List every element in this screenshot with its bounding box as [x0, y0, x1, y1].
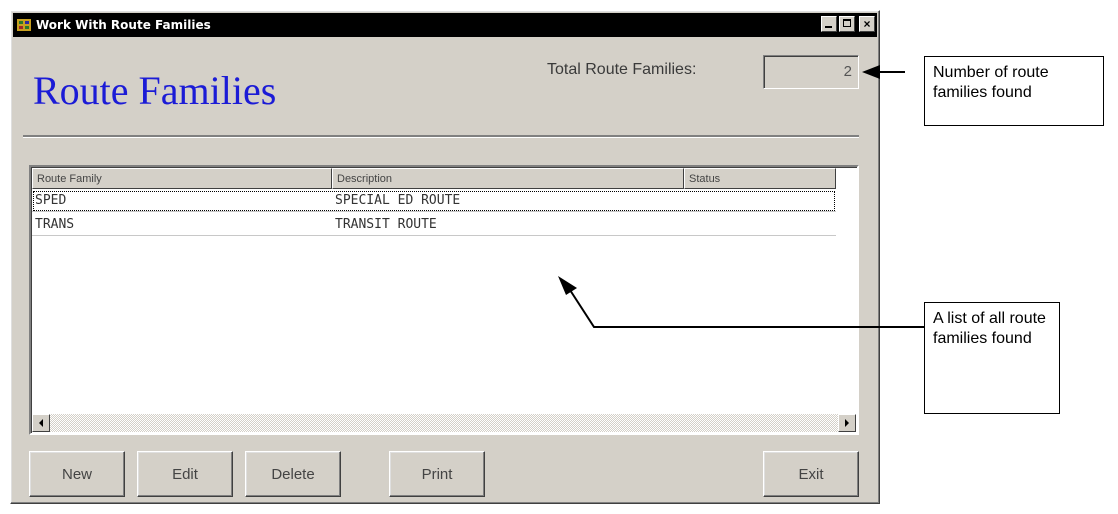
arrow-count — [862, 65, 905, 79]
callout-arrows — [558, 65, 924, 328]
arrow-list — [558, 276, 924, 328]
